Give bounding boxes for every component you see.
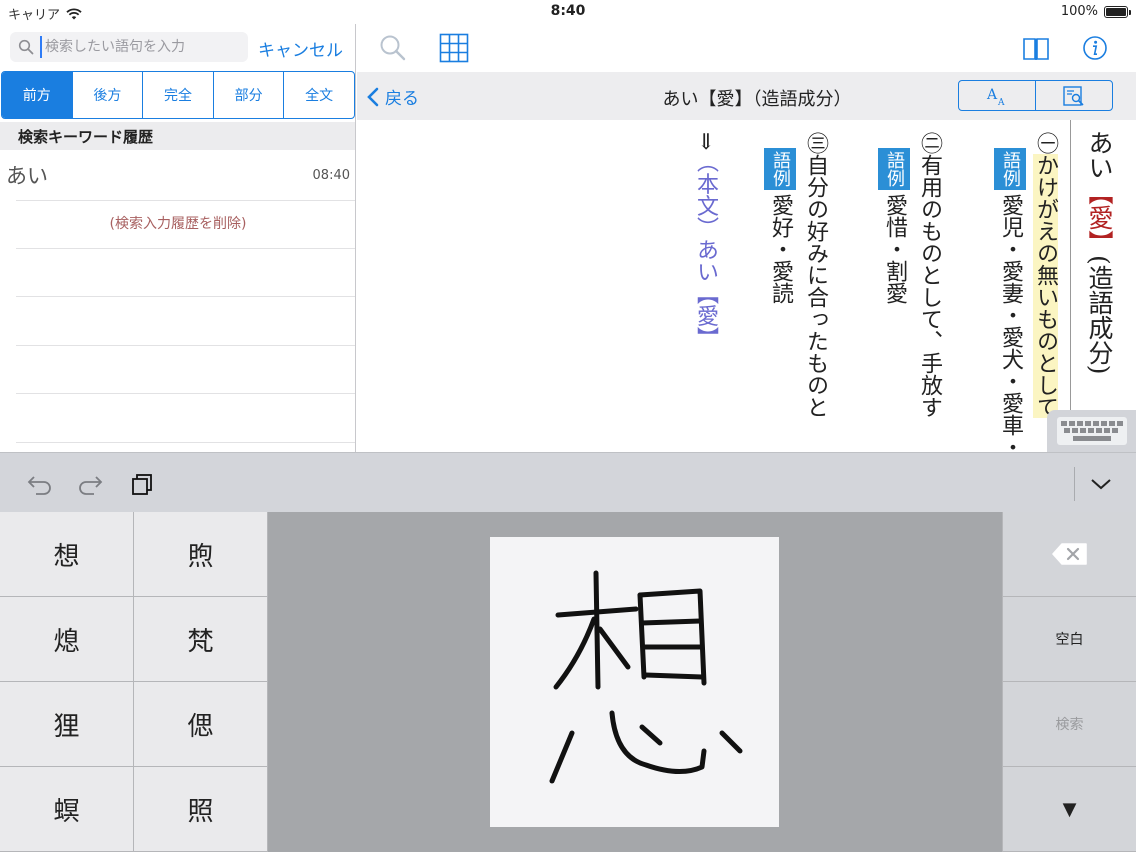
divider — [1074, 467, 1075, 501]
battery-percent: 100% — [1060, 4, 1098, 19]
space-button[interactable]: 空白 — [1002, 597, 1136, 682]
candidate-key[interactable]: 梵 — [134, 597, 268, 682]
grid-icon[interactable] — [438, 32, 470, 64]
search-mode-selector: 前方 後方 完全 部分 全文 — [1, 71, 355, 119]
mode-partial[interactable]: 部分 — [214, 72, 285, 118]
history-time: 08:40 — [312, 168, 350, 183]
sense-2: ㊁有用のものとして、手放す — [917, 132, 942, 418]
keyboard-toolbar — [0, 452, 1136, 512]
search-icon — [18, 39, 34, 55]
candidate-key[interactable]: 熄 — [0, 597, 134, 682]
examples-1: 語例愛児・愛妻・愛犬・愛車・ — [994, 144, 1026, 452]
redo-icon[interactable] — [76, 473, 104, 495]
handwriting-keyboard: 想 煦 熄 梵 狸 偲 螟 照 空白 検索 ▼ — [0, 512, 1136, 852]
battery-icon — [1104, 5, 1131, 18]
example-tag: 語例 — [764, 148, 796, 190]
divider — [16, 248, 355, 249]
battery-indicator: 100% — [1060, 4, 1131, 19]
svg-text:A: A — [986, 87, 998, 103]
divider — [16, 393, 355, 394]
top-toolbar — [357, 24, 1136, 72]
candidate-list: 想 煦 熄 梵 狸 偲 螟 照 — [0, 512, 268, 852]
view-options: A A — [958, 80, 1113, 111]
reference: ⇒（本文）あい【愛】 — [693, 132, 718, 349]
search-key-button[interactable]: 検索 — [1002, 682, 1136, 767]
headword: あい【愛】(造語成分) — [1085, 130, 1114, 375]
highlighted-text: かけがえの無いものとして — [1033, 154, 1058, 418]
search-in-page-icon — [1063, 85, 1084, 106]
keyboard-icon — [1057, 417, 1127, 445]
entry-title: あい【愛】（造語成分） — [662, 89, 852, 110]
search-panel: キャンセル 前方 後方 完全 部分 全文 検索キーワード履歴 あい 08:40 … — [0, 24, 356, 452]
divider — [16, 345, 355, 346]
candidate-key[interactable]: 照 — [134, 767, 268, 852]
chevron-down-icon[interactable] — [1090, 477, 1112, 491]
sense-1: ㊀かけがえの無いものとして — [1033, 132, 1058, 418]
search-icon[interactable] — [377, 32, 409, 64]
delete-history-button[interactable]: (検索入力履歴を削除) — [0, 200, 355, 248]
examples-2: 語例愛惜・割愛 — [878, 144, 910, 304]
chevron-left-icon — [367, 87, 379, 106]
search-in-page-button[interactable] — [1036, 81, 1112, 110]
sense-3: ㊂自分の好みに合ったものと — [803, 132, 828, 418]
handwriting-canvas[interactable] — [490, 537, 779, 827]
keyboard-toggle-button[interactable] — [1047, 410, 1136, 452]
reference-link[interactable]: （本文）あい【愛】 — [693, 150, 718, 348]
status-time: 8:40 — [550, 3, 586, 19]
headword-kanji: 【愛】 — [1085, 180, 1114, 255]
history-word: あい — [6, 164, 48, 188]
undo-icon[interactable] — [26, 473, 54, 495]
headword-divider — [1070, 120, 1071, 452]
mode-fulltext[interactable]: 全文 — [284, 72, 354, 118]
info-icon[interactable] — [1079, 32, 1111, 64]
history-item[interactable]: あい 08:40 — [0, 152, 355, 200]
example-tag: 語例 — [994, 148, 1026, 190]
candidate-key[interactable]: 螟 — [0, 767, 134, 852]
svg-text:A: A — [997, 98, 1005, 107]
example-tag: 語例 — [878, 148, 910, 190]
candidate-key[interactable]: 狸 — [0, 682, 134, 767]
search-input[interactable] — [40, 36, 240, 58]
entry-title-bar: 戻る あい【愛】（造語成分） A A — [357, 72, 1136, 120]
mode-exact[interactable]: 完全 — [143, 72, 214, 118]
mode-prefix[interactable]: 前方 — [2, 72, 73, 118]
candidate-key[interactable]: 偲 — [134, 682, 268, 767]
function-keys: 空白 検索 ▼ — [1002, 512, 1136, 852]
down-key-button[interactable]: ▼ — [1002, 767, 1136, 852]
backspace-button[interactable] — [1002, 512, 1136, 597]
font-size-icon: A A — [986, 87, 1005, 107]
mode-suffix[interactable]: 後方 — [73, 72, 144, 118]
status-bar: キャリア 8:40 100% — [0, 0, 1136, 24]
search-box — [10, 32, 248, 62]
book-icon[interactable] — [1020, 32, 1052, 64]
divider — [16, 296, 355, 297]
paste-icon[interactable] — [130, 472, 154, 496]
handwritten-strokes — [549, 570, 743, 784]
candidate-key[interactable]: 想 — [0, 512, 134, 597]
candidate-key[interactable]: 煦 — [134, 512, 268, 597]
divider — [16, 442, 355, 443]
backspace-icon — [1051, 543, 1087, 565]
examples-3: 語例愛好・愛読 — [764, 144, 796, 304]
cancel-button[interactable]: キャンセル — [258, 36, 343, 61]
entry-content: あい【愛】(造語成分) ㊀かけがえの無いものとして 語例愛児・愛妻・愛犬・愛車・… — [357, 120, 1136, 452]
history-header: 検索キーワード履歴 — [0, 122, 355, 150]
back-button[interactable]: 戻る — [367, 84, 419, 109]
font-size-button[interactable]: A A — [959, 81, 1036, 110]
